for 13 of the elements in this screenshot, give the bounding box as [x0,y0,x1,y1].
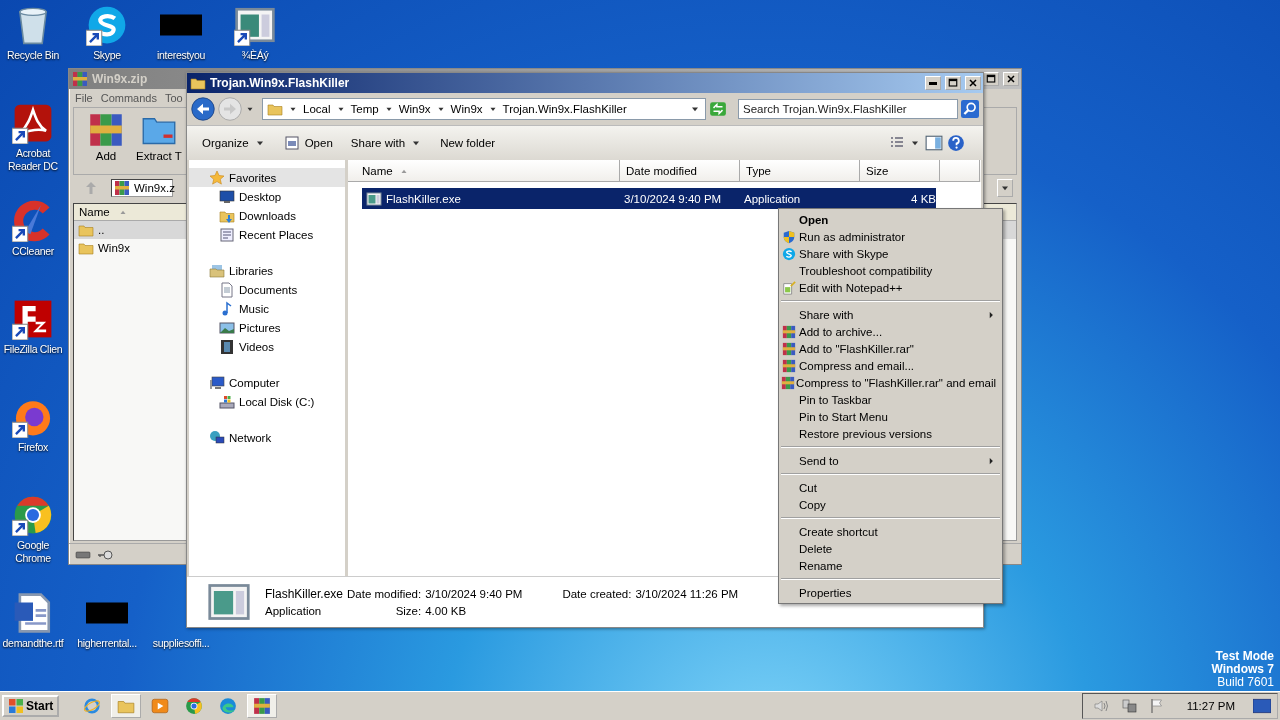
detail-value: 3/10/2024 11:26 PM [635,588,739,600]
system-watermark-text: Test Mode [1215,650,1274,663]
detail-label: Date created: [561,588,632,600]
system-watermark-text: Build 7601 [1217,676,1274,689]
window-title: Win9x.zip [92,72,148,86]
file-type: Application [265,605,323,617]
detail-label: Size: [394,605,422,617]
detail-value: 4.00 KB [425,605,468,617]
system-watermark-text: Windows 7 [1211,663,1274,676]
file-name: FlashKiller.exe [265,587,344,601]
detail-label: Date modified: [347,588,422,600]
window-title: Trojan.Win9x.FlashKiller [210,76,350,90]
detail-value: 3/10/2024 9:40 PM [425,588,523,600]
